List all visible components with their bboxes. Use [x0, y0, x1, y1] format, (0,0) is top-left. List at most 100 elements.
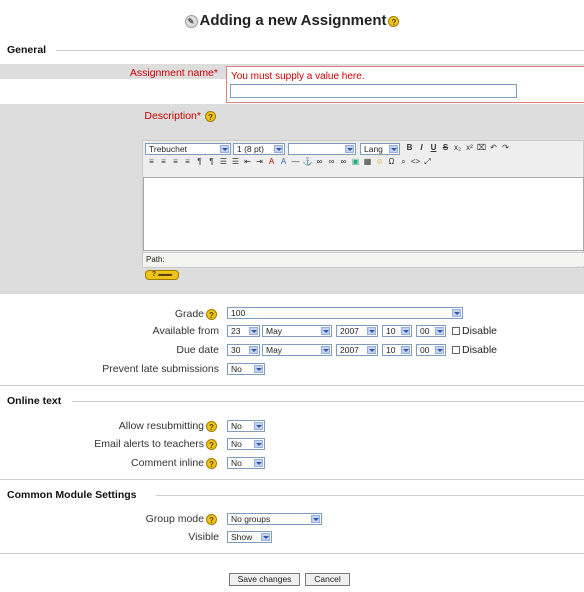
- section-divider: [0, 553, 584, 554]
- indent-icon[interactable]: ⇥: [254, 157, 265, 167]
- select-arrow-icon: [345, 145, 354, 153]
- hr-icon[interactable]: —: [290, 157, 301, 167]
- undo-icon[interactable]: ↶: [488, 143, 499, 153]
- prevent-late-select[interactable]: No: [227, 363, 265, 375]
- due-date-day[interactable]: 30: [227, 344, 260, 356]
- help-icon[interactable]: ?: [206, 514, 217, 525]
- help-icon[interactable]: ?: [388, 15, 400, 27]
- section-divider: [56, 50, 584, 51]
- assignment-name-label: Assignment name*: [129, 67, 218, 79]
- editor-path-bar: Path:: [143, 252, 584, 266]
- available-from-label: Available from: [152, 325, 219, 337]
- section-divider: [72, 401, 584, 402]
- section-divider: [156, 495, 584, 496]
- image-icon[interactable]: ▣: [350, 157, 361, 167]
- available-from-hour[interactable]: 10: [382, 325, 412, 337]
- select-arrow-icon: [274, 145, 283, 153]
- group-mode-label: Group mode: [145, 513, 204, 525]
- due-date-year[interactable]: 2007: [336, 344, 378, 356]
- rtl-icon[interactable]: ¶: [206, 157, 217, 167]
- help-icon[interactable]: ?: [205, 111, 216, 122]
- toolbar-row-2: ≡ ≡ ≡ ≡ ¶ ¶ ☰ ☰ ⇤ ⇥ A A — ⚓ ∞ ∞ ∞ ▣ ▦ ☺ Ω ⌕ <> ⤢: [146, 157, 434, 169]
- help-icon[interactable]: ?: [206, 421, 217, 432]
- heading-select[interactable]: [288, 143, 356, 155]
- subscript-icon[interactable]: x₂: [452, 143, 463, 153]
- select-arrow-icon: [321, 346, 330, 354]
- email-alerts-select[interactable]: No: [227, 438, 265, 450]
- ordered-list-icon[interactable]: ☰: [218, 157, 229, 167]
- visible-select[interactable]: Show: [227, 531, 272, 543]
- redo-icon[interactable]: ↷: [500, 143, 511, 153]
- link-icon[interactable]: ∞: [314, 157, 325, 167]
- font-select[interactable]: Trebuchet: [145, 143, 231, 155]
- select-arrow-icon: [261, 533, 270, 541]
- available-from-year[interactable]: 2007: [336, 325, 378, 337]
- save-changes-button[interactable]: Save changes: [229, 573, 300, 586]
- cancel-button[interactable]: Cancel: [305, 573, 350, 586]
- due-date-disable-label: Disable: [462, 344, 498, 356]
- select-arrow-icon: [254, 440, 263, 448]
- section-general-legend: General: [7, 44, 47, 56]
- select-arrow-icon: [367, 346, 376, 354]
- section-common-legend: Common Module Settings: [7, 489, 137, 501]
- group-mode-select[interactable]: No groups: [227, 513, 322, 525]
- allow-resubmitting-select[interactable]: No: [227, 420, 265, 432]
- comment-inline-select[interactable]: No: [227, 457, 265, 469]
- prevent-late-label: Prevent late submissions: [102, 363, 219, 375]
- ltr-icon[interactable]: ¶: [194, 157, 205, 167]
- clean-icon[interactable]: ⌧: [476, 143, 487, 153]
- lang-select[interactable]: Lang: [360, 143, 400, 155]
- anchor-icon[interactable]: ⚓: [302, 157, 313, 167]
- bold-icon[interactable]: B: [404, 143, 415, 153]
- email-alerts-label: Email alerts to teachers: [94, 438, 204, 450]
- select-arrow-icon: [401, 346, 410, 354]
- select-arrow-icon: [254, 422, 263, 430]
- underline-icon[interactable]: U: [428, 143, 439, 153]
- unlink-icon[interactable]: ∞: [326, 157, 337, 167]
- select-arrow-icon: [254, 365, 263, 373]
- text-color-icon[interactable]: A: [266, 157, 277, 167]
- bg-color-icon[interactable]: A: [278, 157, 289, 167]
- superscript-icon[interactable]: x²: [464, 143, 475, 153]
- assignment-name-input[interactable]: [230, 84, 517, 98]
- available-from-minute[interactable]: 00: [416, 325, 446, 337]
- italic-icon[interactable]: I: [416, 143, 427, 153]
- assignment-name-error: You must supply a value here.: [231, 71, 365, 82]
- available-from-disable-checkbox[interactable]: [452, 327, 460, 335]
- help-icon[interactable]: ?: [206, 458, 217, 469]
- visible-label: Visible: [188, 531, 219, 543]
- grade-select[interactable]: 100: [227, 307, 463, 319]
- outdent-icon[interactable]: ⇤: [242, 157, 253, 167]
- special-char-icon[interactable]: Ω: [386, 157, 397, 167]
- smiley-icon[interactable]: ☺: [374, 157, 385, 167]
- due-date-label: Due date: [176, 344, 219, 356]
- page-title: ✎ Adding a new Assignment?: [0, 12, 584, 29]
- justify-icon[interactable]: ≡: [182, 157, 193, 167]
- help-icon[interactable]: ?: [206, 309, 217, 320]
- html-source-icon[interactable]: <>: [410, 157, 421, 167]
- table-icon[interactable]: ▦: [362, 157, 373, 167]
- align-center-icon[interactable]: ≡: [158, 157, 169, 167]
- due-date-month[interactable]: May: [262, 344, 332, 356]
- editor-textarea[interactable]: [143, 177, 584, 251]
- available-from-month[interactable]: May: [262, 325, 332, 337]
- align-left-icon[interactable]: ≡: [146, 157, 157, 167]
- size-select[interactable]: 1 (8 pt): [233, 143, 285, 155]
- due-date-hour[interactable]: 10: [382, 344, 412, 356]
- available-from-day[interactable]: 23: [227, 325, 260, 337]
- due-date-disable-checkbox[interactable]: [452, 346, 460, 354]
- comment-inline-label: Comment inline: [131, 457, 204, 469]
- strikethrough-icon[interactable]: S: [440, 143, 451, 153]
- section-online-text-legend: Online text: [7, 395, 62, 407]
- fullscreen-icon[interactable]: ⤢: [422, 157, 433, 167]
- allow-resubmitting-label: Allow resubmitting: [118, 420, 204, 432]
- due-date-minute[interactable]: 00: [416, 344, 446, 356]
- section-divider: [0, 385, 584, 386]
- align-right-icon[interactable]: ≡: [170, 157, 181, 167]
- help-icon[interactable]: ?: [206, 439, 217, 450]
- section-divider: [0, 479, 584, 480]
- nolink-icon[interactable]: ∞: [338, 157, 349, 167]
- unordered-list-icon[interactable]: ☰: [230, 157, 241, 167]
- editor-help-button[interactable]: ? ▬▬: [145, 270, 179, 280]
- search-replace-icon[interactable]: ⌕: [398, 157, 409, 167]
